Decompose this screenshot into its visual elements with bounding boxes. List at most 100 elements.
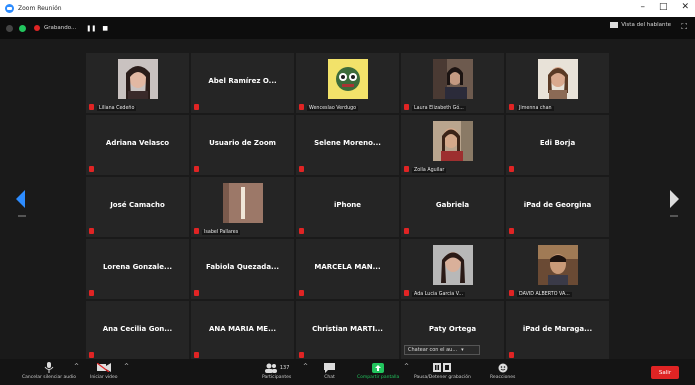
window-controls: – □ ✕: [640, 2, 689, 12]
participant-name: ANA MARIA ME...: [208, 325, 277, 333]
participant-tile[interactable]: Ada Lucia Garcia V...: [401, 239, 504, 299]
pause-stop-recording-button[interactable]: Pausa/Detener grabación: [414, 362, 471, 380]
zoom-logo-icon: [5, 4, 14, 13]
participant-name: Ana Cecilia Gon...: [102, 325, 173, 333]
muted-mic-icon: [299, 290, 304, 296]
participant-caption: Liliana Cedeño: [97, 106, 137, 111]
unmute-button[interactable]: Cancelar silenciar audio: [22, 362, 76, 380]
previous-page-button[interactable]: [16, 190, 26, 210]
page-indicator-right: [670, 215, 678, 217]
chat-bubble-icon: [324, 362, 335, 373]
grid-view-icon: [610, 22, 619, 28]
chat-button[interactable]: Chat: [324, 362, 335, 380]
muted-mic-icon: [89, 166, 94, 172]
participant-tile[interactable]: Selene Moreno...: [296, 115, 399, 175]
close-button[interactable]: ✕: [681, 2, 689, 12]
reactions-button[interactable]: Reacciones: [490, 362, 515, 380]
speaker-view-button[interactable]: Vista del hablante: [610, 22, 671, 28]
muted-mic-icon: [89, 290, 94, 296]
participant-tile[interactable]: MARCELA MAN...: [296, 239, 399, 299]
participant-tile[interactable]: iPhone: [296, 177, 399, 237]
participant-tile[interactable]: iPad de Georgina: [506, 177, 609, 237]
participant-video: [222, 183, 263, 223]
participant-name: MARCELA MAN...: [314, 263, 381, 271]
participant-tile[interactable]: Gabriela: [401, 177, 504, 237]
participant-tile[interactable]: Isabel Pallares: [191, 177, 294, 237]
muted-mic-icon: [509, 290, 514, 296]
participant-name: Adriana Velasco: [105, 139, 170, 147]
share-screen-icon: [372, 362, 385, 373]
participant-tile[interactable]: Edi Borja: [506, 115, 609, 175]
participant-tile[interactable]: Ana Cecilia Gon...: [86, 301, 189, 361]
leave-meeting-button[interactable]: Salir: [651, 366, 679, 379]
participant-tile[interactable]: Lorena Gonzale...: [86, 239, 189, 299]
stop-recording-button[interactable]: ■: [102, 25, 108, 32]
minimize-button[interactable]: –: [640, 2, 645, 12]
audio-options-caret[interactable]: ^: [74, 363, 79, 370]
participant-tile[interactable]: Zoila Aguilar: [401, 115, 504, 175]
maximize-button[interactable]: □: [659, 2, 668, 12]
participant-name: José Camacho: [110, 201, 165, 209]
participant-name: Abel Ramírez O...: [208, 77, 277, 85]
participant-tile[interactable]: Abel Ramírez O...: [191, 53, 294, 113]
participant-video: [117, 59, 158, 99]
security-shield-icon[interactable]: [19, 24, 26, 32]
next-page-button[interactable]: [670, 190, 680, 210]
muted-mic-icon: [404, 290, 409, 296]
participant-video: [537, 245, 578, 285]
participant-tile[interactable]: DAVID ALBERTO VA...: [506, 239, 609, 299]
participant-caption: Wenceslao Verdugo: [307, 106, 359, 111]
participant-name: Christian MARTI...: [312, 325, 383, 333]
recording-dot-icon: [34, 25, 40, 31]
share-screen-label: Compartir pantalla: [357, 375, 400, 380]
participants-count: 137: [279, 364, 290, 371]
participant-video: [432, 121, 473, 161]
video-options-caret[interactable]: ^: [124, 363, 129, 370]
chevron-down-icon: ▾: [461, 347, 464, 353]
muted-mic-icon: [509, 166, 514, 172]
participant-tile[interactable]: ANA MARIA ME...: [191, 301, 294, 361]
participant-caption: Laura Elizabeth Gó...: [412, 106, 466, 111]
pause-stop-label: Pausa/Detener grabación: [414, 375, 471, 380]
muted-mic-icon: [299, 228, 304, 234]
participants-options-caret[interactable]: ^: [303, 363, 308, 370]
participant-name: Selene Moreno...: [314, 139, 381, 147]
gallery-grid: Liliana Cedeño Abel Ramírez O... Wencesl…: [86, 53, 609, 361]
participant-name: Gabriela: [435, 201, 470, 209]
info-icon[interactable]: [6, 24, 13, 32]
share-screen-button[interactable]: Compartir pantalla: [357, 362, 399, 380]
participant-caption: Jimenna chan: [517, 106, 554, 111]
participant-tile[interactable]: iPad de Maraga...: [506, 301, 609, 361]
chat-with-popup[interactable]: Chatear con el au... ▾: [404, 345, 480, 355]
window-title: Zoom Reunión: [18, 5, 62, 12]
muted-mic-icon: [194, 166, 199, 172]
participant-tile[interactable]: Wenceslao Verdugo: [296, 53, 399, 113]
participant-tile[interactable]: Fabiola Quezada...: [191, 239, 294, 299]
share-options-caret[interactable]: ^: [404, 363, 409, 370]
participant-name: iPad de Georgina: [523, 201, 592, 209]
participant-tile[interactable]: Usuario de Zoom: [191, 115, 294, 175]
arrow-left-icon: [16, 190, 25, 208]
participant-video: [432, 59, 473, 99]
meeting-toolbar: Cancelar silenciar audio ^ Iniciar video…: [0, 359, 695, 385]
muted-mic-icon: [194, 290, 199, 296]
participant-tile[interactable]: Laura Elizabeth Gó...: [401, 53, 504, 113]
muted-mic-icon: [509, 104, 514, 110]
muted-mic-icon: [299, 166, 304, 172]
participant-tile[interactable]: Adriana Velasco: [86, 115, 189, 175]
muted-mic-icon: [299, 104, 304, 110]
muted-mic-icon: [509, 352, 514, 358]
meeting-topbar: Grabando... ❚❚ ■ Vista del hablante ⛶: [0, 17, 695, 39]
participant-tile[interactable]: Jimenna chan: [506, 53, 609, 113]
participant-tile[interactable]: José Camacho: [86, 177, 189, 237]
participant-tile[interactable]: Christian MARTI...: [296, 301, 399, 361]
pause-recording-button[interactable]: ❚❚: [86, 25, 96, 32]
chat-with-label: Chatear con el au...: [408, 347, 458, 353]
muted-mic-icon: [194, 352, 199, 358]
participants-button[interactable]: 137 Participantes: [262, 362, 291, 380]
participant-caption: DAVID ALBERTO VA...: [517, 292, 572, 297]
fullscreen-button[interactable]: ⛶: [681, 22, 687, 32]
start-video-button[interactable]: Iniciar video: [90, 362, 117, 380]
participant-tile[interactable]: Liliana Cedeño: [86, 53, 189, 113]
leave-label: Salir: [658, 369, 672, 376]
